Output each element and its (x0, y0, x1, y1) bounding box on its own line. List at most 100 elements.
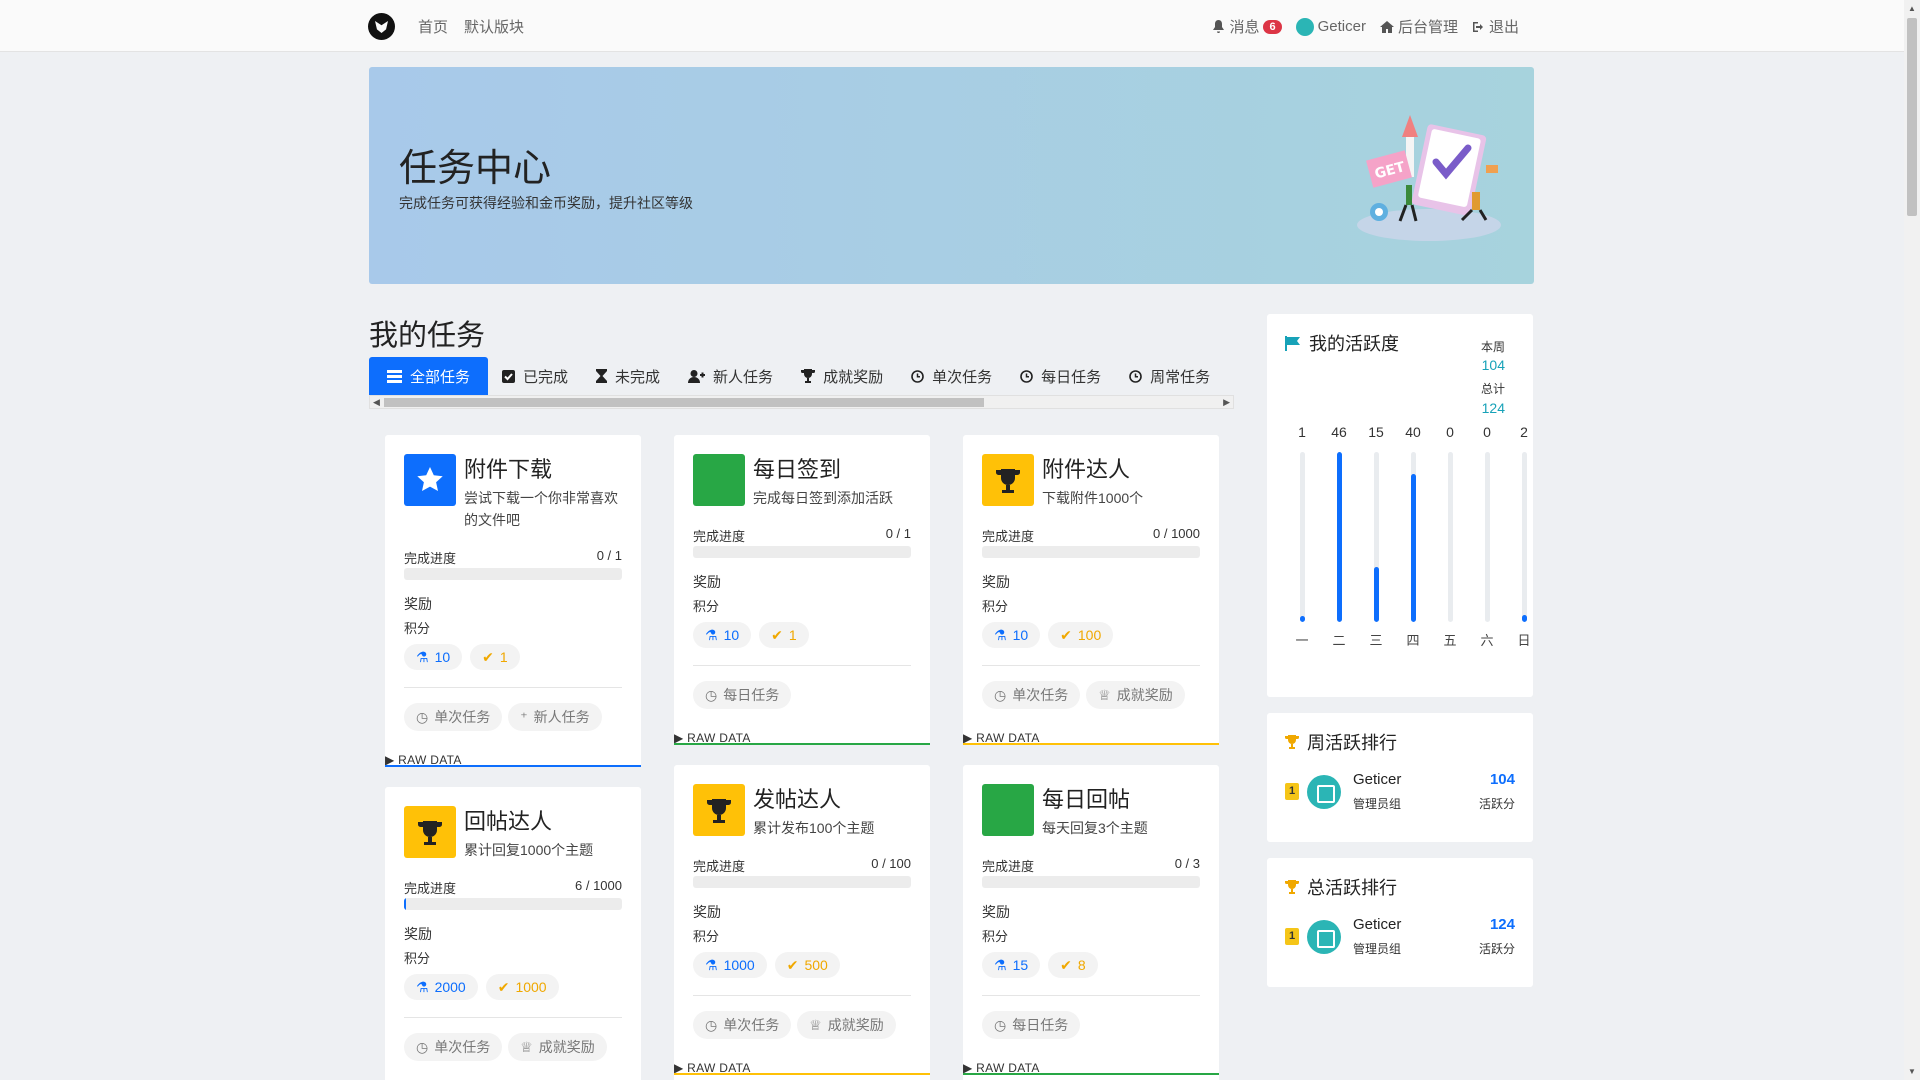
reward-chips: ⚗ 2000 ✔ 1000 (404, 974, 559, 1000)
task-filter-tabs: 全部任务 已完成 未完成 新人任务 成就奖励 单次任务 每日任务 周常任务 (369, 357, 1234, 395)
activity-day-value: 0 (1483, 424, 1491, 440)
flask-icon: ⚗ (416, 978, 429, 995)
tab-weekly-tasks[interactable]: 周常任务 (1115, 357, 1224, 395)
tag-one-time[interactable]: ◷ 单次任务 (693, 1011, 792, 1039)
tag-label: 单次任务 (1012, 687, 1069, 703)
admin-link[interactable]: 后台管理 (1379, 16, 1458, 37)
tab-completed[interactable]: 已完成 (488, 357, 582, 395)
activity-bar (1300, 616, 1305, 622)
bell-icon (1213, 19, 1225, 33)
progress-fill (404, 898, 407, 910)
rank-score-unit: 活跃分 (1478, 797, 1515, 811)
task-center-banner: 任务中心 完成任务可获得经验和金币奖励，提升社区等级 GET (369, 67, 1534, 284)
scroll-up-arrow-icon[interactable]: ▲ (1908, 4, 1916, 13)
exp-value: 15 (1012, 957, 1029, 973)
tabs-horizontal-scrollbar[interactable]: ◀ ▶ (369, 395, 1234, 409)
task-card-post-master[interactable]: 发帖达人 累计发布100个主题 完成进度 0 / 100 奖励 积分 ⚗ 1000… (674, 765, 930, 1080)
checkin-icon (693, 454, 745, 506)
task-card-reply-master[interactable]: 回帖达人 累计回复1000个主题 完成进度 6 / 1000 奖励 积分 ⚗ 20… (385, 787, 641, 1080)
page-vertical-scrollbar[interactable]: ▲ ▼ (1904, 0, 1920, 1080)
weekly-rank-header: 周活跃排行 (1285, 729, 1397, 755)
progress-row: 完成进度 6 / 1000 (404, 878, 622, 897)
tag-achievement[interactable]: ♕ 成就奖励 (797, 1011, 896, 1039)
progress-row: 完成进度 0 / 100 (693, 856, 911, 875)
task-desc: 完成每日签到添加活跃 (753, 490, 893, 506)
rank-score: 104 (1489, 771, 1515, 788)
tab-one-time-tasks[interactable]: 单次任务 (897, 357, 1006, 395)
task-card-attachment-master[interactable]: 附件达人 下载附件1000个 完成进度 0 / 1000 奖励 积分 ⚗ 10 ✔… (963, 435, 1219, 745)
tag-achievement[interactable]: ♕ 成就奖励 (508, 1033, 607, 1061)
rank-row[interactable]: 1 Geticer 管理员组 104 活跃分 (1285, 771, 1515, 815)
tab-label: 已完成 (523, 368, 569, 386)
avatar (1295, 17, 1314, 36)
points-label: 积分 (404, 621, 431, 636)
activity-day-value: 15 (1368, 424, 1384, 440)
star-icon (404, 454, 456, 506)
task-card-daily-reply[interactable]: 每日回帖 每天回复3个主题 完成进度 0 / 3 奖励 积分 ⚗ 15 ✔ 8 ◷ 每… (963, 765, 1219, 1080)
exp-chip: ⚗ 2000 (404, 974, 478, 1000)
activity-day-label: 六 (1480, 633, 1494, 648)
card-accent-line (674, 1073, 930, 1075)
tag-one-time[interactable]: ◷ 单次任务 (404, 703, 503, 731)
nav-link-home[interactable]: 首页 (418, 16, 448, 37)
activity-day-label: 五 (1443, 633, 1457, 648)
total-rank-card: 总活跃排行 1 Geticer 管理员组 124 活跃分 (1267, 858, 1533, 987)
scroll-down-arrow-icon[interactable]: ▼ (1908, 1067, 1916, 1076)
task-card-daily-checkin[interactable]: 每日签到 完成每日签到添加活跃 完成进度 0 / 1 奖励 积分 ⚗ 10 ✔ 1 … (674, 435, 930, 745)
tag-newbie[interactable]: ⁺ 新人任务 (508, 703, 602, 731)
task-tags: ◷ 每日任务 (693, 681, 792, 709)
exp-value: 10 (434, 649, 451, 665)
tag-one-time[interactable]: ◷ 单次任务 (982, 681, 1081, 709)
tag-one-time[interactable]: ◷ 单次任务 (404, 1033, 503, 1061)
scroll-left-arrow-icon[interactable]: ◀ (373, 396, 380, 408)
scrollbar-thumb[interactable] (1907, 18, 1917, 216)
tab-incomplete[interactable]: 未完成 (582, 357, 674, 395)
tag-daily[interactable]: ◷ 每日任务 (982, 1011, 1081, 1039)
clock-icon: ◷ (416, 1038, 429, 1055)
reward-label: 奖励 (404, 926, 432, 942)
reward-chips: ⚗ 1000 ✔ 500 (693, 952, 840, 978)
tab-daily-tasks[interactable]: 每日任务 (1006, 357, 1115, 395)
site-logo-icon[interactable] (368, 13, 395, 40)
task-card-attachment-download[interactable]: 附件下载 尝试下载一个你非常喜欢的文件吧 完成进度 0 / 1 奖励 积分 ⚗ 1… (385, 435, 641, 767)
trophy-icon (693, 784, 745, 836)
avatar (1307, 920, 1341, 954)
progress-value: 6 / 1000 (575, 878, 622, 893)
card-accent-line (963, 743, 1219, 745)
exp-value: 2000 (434, 979, 466, 995)
task-tags: ◷ 每日任务 (982, 1011, 1081, 1039)
messages-link[interactable]: 消息 6 (1212, 16, 1282, 37)
tab-achievements[interactable]: 成就奖励 (787, 357, 897, 395)
trophy-icon (404, 806, 456, 858)
logout-link[interactable]: 退出 (1472, 16, 1519, 37)
reward-label: 奖励 (982, 904, 1010, 920)
task-desc: 每天回复3个主题 (1042, 820, 1148, 836)
tag-achievement[interactable]: ♕ 成就奖励 (1086, 681, 1185, 709)
nav-link-default-board[interactable]: 默认版块 (464, 16, 524, 37)
activity-day-label: 日 (1517, 633, 1531, 648)
progress-bar (404, 898, 622, 910)
trophy-icon (801, 369, 816, 383)
check-circle-icon: ✔ (482, 648, 494, 665)
tab-newbie-tasks[interactable]: 新人任务 (674, 357, 787, 395)
progress-row: 完成进度 0 / 3 (982, 856, 1200, 875)
progress-bar (693, 876, 911, 888)
tab-all-tasks[interactable]: 全部任务 (369, 357, 489, 395)
activity-day-label: 二 (1332, 633, 1346, 648)
exp-value: 10 (1012, 627, 1029, 643)
card-accent-line (385, 765, 641, 767)
banner-title: 任务中心 (399, 148, 552, 190)
scroll-right-arrow-icon[interactable]: ▶ (1223, 396, 1230, 408)
rank-row[interactable]: 1 Geticer 管理员组 124 活跃分 (1285, 916, 1515, 960)
exp-chip: ⚗ 15 (982, 952, 1041, 978)
trophy-icon (1285, 880, 1299, 894)
clock-icon: ◷ (994, 1016, 1007, 1033)
flask-icon: ⚗ (994, 956, 1007, 973)
tag-daily[interactable]: ◷ 每日任务 (693, 681, 792, 709)
reply-icon (982, 784, 1034, 836)
user-profile-link[interactable]: Geticer (1295, 17, 1366, 36)
progress-row: 完成进度 0 / 1000 (982, 526, 1200, 545)
clock-icon: ◷ (705, 1016, 718, 1033)
tag-label: 成就奖励 (827, 1017, 884, 1033)
scrollbar-thumb[interactable] (384, 398, 984, 407)
